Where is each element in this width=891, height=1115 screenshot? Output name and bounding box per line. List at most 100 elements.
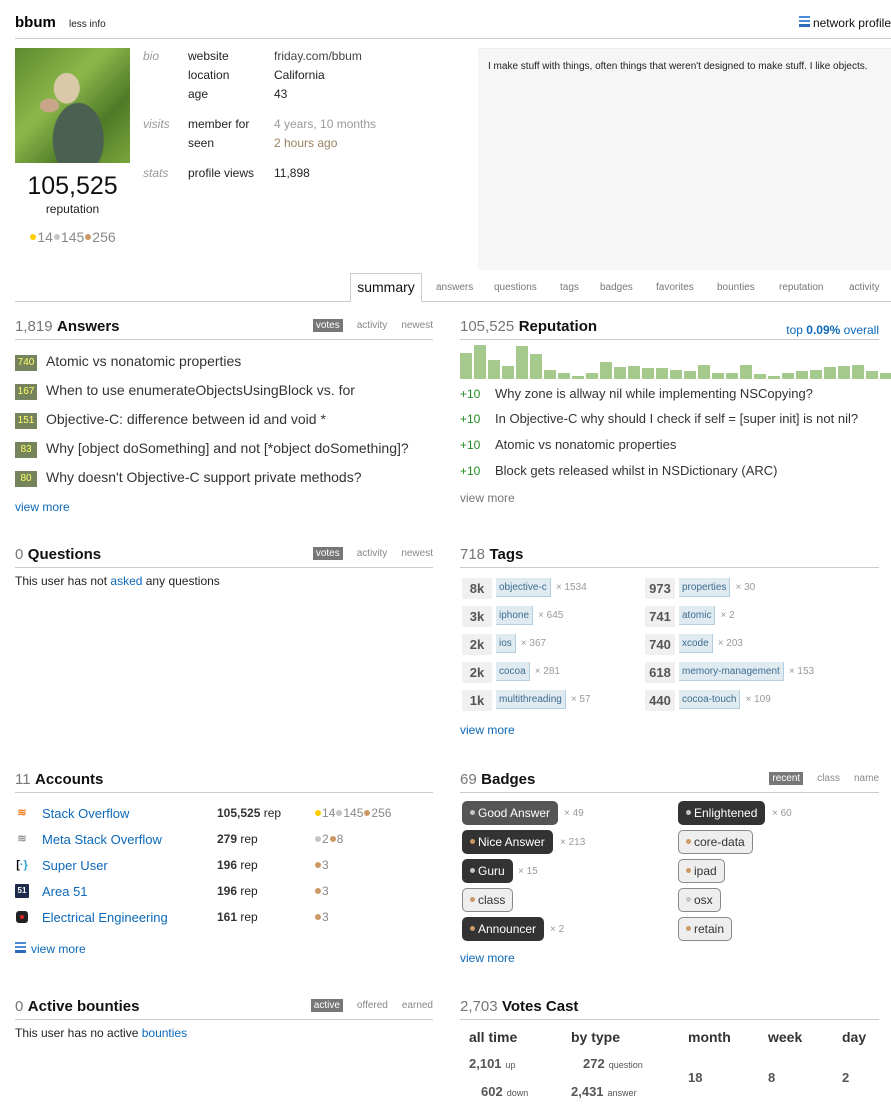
badge-item[interactable]: Announcer xyxy=(462,917,545,941)
rep-graph-bar[interactable] xyxy=(572,376,584,379)
answers-view-more[interactable]: view more xyxy=(15,500,70,514)
rep-title[interactable]: In Objective-C why should I check if sel… xyxy=(495,411,858,426)
rep-graph-bar[interactable] xyxy=(628,366,640,379)
rep-graph-bar[interactable] xyxy=(670,370,682,379)
tag-link[interactable]: xcode xyxy=(679,634,713,653)
rep-graph-bar[interactable] xyxy=(880,373,891,379)
tab-answers[interactable]: answers xyxy=(436,282,473,293)
tab-tags[interactable]: tags xyxy=(560,282,579,293)
badge-item[interactable]: Nice Answer xyxy=(462,830,553,854)
answer-item[interactable]: 740 Atomic vs nonatomic properties xyxy=(15,353,241,371)
rep-graph-bar[interactable] xyxy=(558,373,570,379)
sort-activity[interactable]: activity xyxy=(357,548,388,559)
rep-graph-bar[interactable] xyxy=(796,371,808,379)
top-percent-link[interactable]: top 0.09% overall xyxy=(786,323,879,337)
rep-graph-bar[interactable] xyxy=(544,370,556,379)
rep-title[interactable]: Why zone is allway nil while implementin… xyxy=(495,386,813,401)
tab-bounties[interactable]: bounties xyxy=(717,282,755,293)
rep-graph-bar[interactable] xyxy=(852,365,864,379)
rep-item[interactable]: +10 In Objective-C why should I check if … xyxy=(460,411,858,426)
asked-link[interactable]: asked xyxy=(110,574,142,588)
rep-graph-bar[interactable] xyxy=(642,368,654,379)
rep-item[interactable]: +10 Block gets released whilst in NSDicti… xyxy=(460,463,777,478)
rep-graph-bar[interactable] xyxy=(460,353,472,379)
rep-graph-bar[interactable] xyxy=(754,374,766,379)
tab-summary[interactable]: summary xyxy=(350,273,422,302)
tag-link[interactable]: iphone xyxy=(496,606,534,625)
tag-link[interactable]: properties xyxy=(679,578,731,597)
rep-title[interactable]: Atomic vs nonatomic properties xyxy=(495,437,676,452)
badge-item[interactable]: ipad xyxy=(678,859,725,883)
account-site-link[interactable]: Area 51 xyxy=(42,884,88,899)
answer-title[interactable]: Atomic vs nonatomic properties xyxy=(46,353,241,369)
account-site-link[interactable]: Meta Stack Overflow xyxy=(42,832,162,847)
tags-view-more[interactable]: view more xyxy=(460,723,515,737)
account-site-link[interactable]: Stack Overflow xyxy=(42,806,129,821)
reputation-view-more[interactable]: view more xyxy=(460,491,515,505)
rep-graph-bar[interactable] xyxy=(530,354,542,379)
sort-earned[interactable]: earned xyxy=(402,1000,433,1011)
answer-item[interactable]: 167 When to use enumerateObjectsUsingBloc… xyxy=(15,382,355,400)
rep-graph-bar[interactable] xyxy=(866,371,878,379)
badge-item[interactable]: Enlightened xyxy=(678,801,766,825)
rep-graph-bar[interactable] xyxy=(474,345,486,379)
less-info-link[interactable]: less info xyxy=(69,19,106,30)
rep-title[interactable]: Block gets released whilst in NSDictiona… xyxy=(495,463,777,478)
sort-active[interactable]: active xyxy=(310,999,343,1012)
sort-name[interactable]: name xyxy=(854,773,879,784)
sort-activity[interactable]: activity xyxy=(357,320,388,331)
answer-item[interactable]: 151 Objective-C: difference between id an… xyxy=(15,411,326,429)
rep-graph-bar[interactable] xyxy=(614,367,626,379)
sort-offered[interactable]: offered xyxy=(357,1000,388,1011)
bounties-link[interactable]: bounties xyxy=(142,1026,187,1040)
website-link[interactable]: friday.com/bbum xyxy=(274,49,362,63)
rep-graph-bar[interactable] xyxy=(838,366,850,379)
rep-item[interactable]: +10 Why zone is allway nil while implemen… xyxy=(460,386,813,401)
account-site-link[interactable]: Super User xyxy=(42,858,108,873)
rep-graph-bar[interactable] xyxy=(768,376,780,379)
tag-link[interactable]: ios xyxy=(496,634,516,653)
answer-item[interactable]: 83 Why [object doSomething] and not [*obj… xyxy=(15,440,409,458)
rep-graph-bar[interactable] xyxy=(698,365,710,379)
sort-votes[interactable]: votes xyxy=(312,547,343,560)
reputation-graph[interactable] xyxy=(460,345,891,379)
tab-questions[interactable]: questions xyxy=(494,282,537,293)
avatar[interactable] xyxy=(15,48,130,163)
answer-title[interactable]: Why [object doSomething] and not [*objec… xyxy=(46,440,409,456)
rep-graph-bar[interactable] xyxy=(740,365,752,379)
tag-link[interactable]: cocoa xyxy=(496,662,530,681)
rep-graph-bar[interactable] xyxy=(810,370,822,379)
rep-graph-bar[interactable] xyxy=(782,373,794,379)
rep-graph-bar[interactable] xyxy=(824,367,836,379)
badge-item[interactable]: osx xyxy=(678,888,721,912)
sort-newest[interactable]: newest xyxy=(401,320,433,331)
tab-activity[interactable]: activity xyxy=(849,282,880,293)
accounts-view-more[interactable]: view more xyxy=(15,942,86,956)
tag-link[interactable]: atomic xyxy=(679,606,716,625)
rep-graph-bar[interactable] xyxy=(502,366,514,379)
badge-item[interactable]: Guru xyxy=(462,859,513,883)
answer-title[interactable]: Why doesn't Objective-C support private … xyxy=(46,469,362,485)
rep-graph-bar[interactable] xyxy=(516,346,528,379)
rep-graph-bar[interactable] xyxy=(726,373,738,379)
badge-item[interactable]: core-data xyxy=(678,830,753,854)
tag-link[interactable]: objective-c xyxy=(496,578,551,597)
rep-graph-bar[interactable] xyxy=(684,371,696,379)
tab-badges[interactable]: badges xyxy=(600,282,633,293)
answer-title[interactable]: When to use enumerateObjectsUsingBlock v… xyxy=(46,382,355,398)
tab-favorites[interactable]: favorites xyxy=(656,282,694,293)
rep-graph-bar[interactable] xyxy=(712,373,724,379)
rep-graph-bar[interactable] xyxy=(600,362,612,379)
answer-title[interactable]: Objective-C: difference between id and v… xyxy=(46,411,326,427)
sort-recent[interactable]: recent xyxy=(769,772,804,785)
rep-item[interactable]: +10 Atomic vs nonatomic properties xyxy=(460,437,676,452)
account-site-link[interactable]: Electrical Engineering xyxy=(42,910,168,925)
answer-item[interactable]: 80 Why doesn't Objective-C support privat… xyxy=(15,469,362,487)
tag-link[interactable]: multithreading xyxy=(496,690,566,709)
network-profile-link[interactable]: network profile xyxy=(798,16,891,30)
sort-class[interactable]: class xyxy=(817,773,840,784)
rep-graph-bar[interactable] xyxy=(488,360,500,379)
sort-votes[interactable]: votes xyxy=(312,319,343,332)
badge-item[interactable]: Good Answer xyxy=(462,801,559,825)
badge-item[interactable]: class xyxy=(462,888,514,912)
